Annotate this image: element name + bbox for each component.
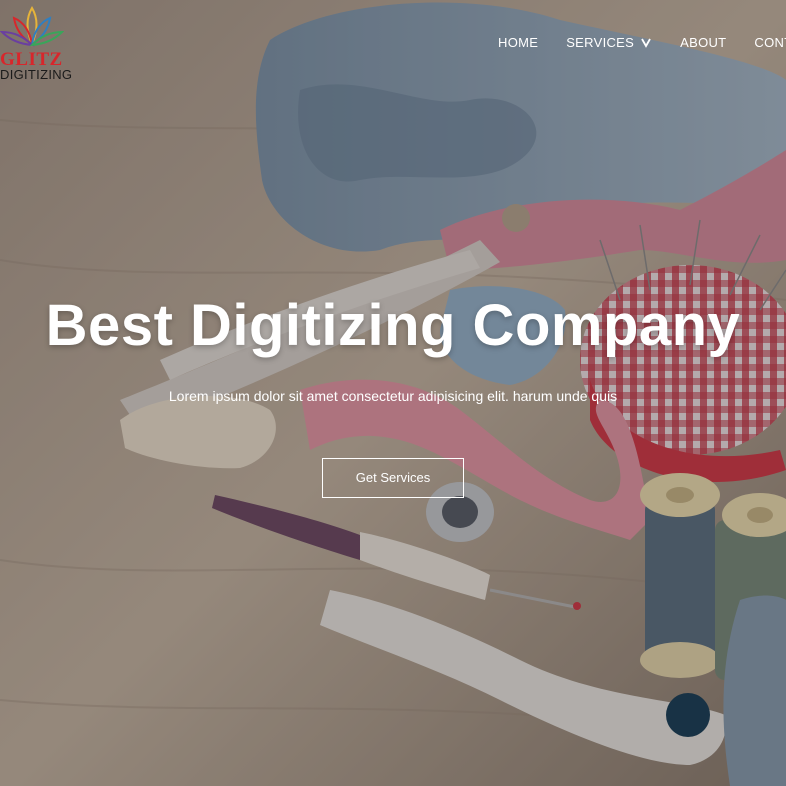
nav-home-link[interactable]: HOME bbox=[498, 34, 538, 52]
main-nav: HOME SERVICES ABOUT CONTACT bbox=[498, 34, 786, 52]
site-logo[interactable]: GLITZ DIGITIZING bbox=[0, 4, 73, 84]
nav-about-link[interactable]: ABOUT bbox=[680, 34, 726, 52]
nav-services-link[interactable]: SERVICES bbox=[566, 34, 634, 52]
nav-contact-link[interactable]: CONTACT bbox=[754, 34, 786, 52]
hero-subtitle: Lorem ipsum dolor sit amet consectetur a… bbox=[168, 388, 618, 404]
chevron-down-icon[interactable] bbox=[640, 36, 652, 50]
lotus-icon bbox=[0, 6, 64, 47]
get-services-button[interactable]: Get Services bbox=[322, 458, 464, 498]
logo-subtitle: DIGITIZING bbox=[0, 67, 73, 82]
hero-title: Best Digitizing Company bbox=[45, 293, 741, 358]
